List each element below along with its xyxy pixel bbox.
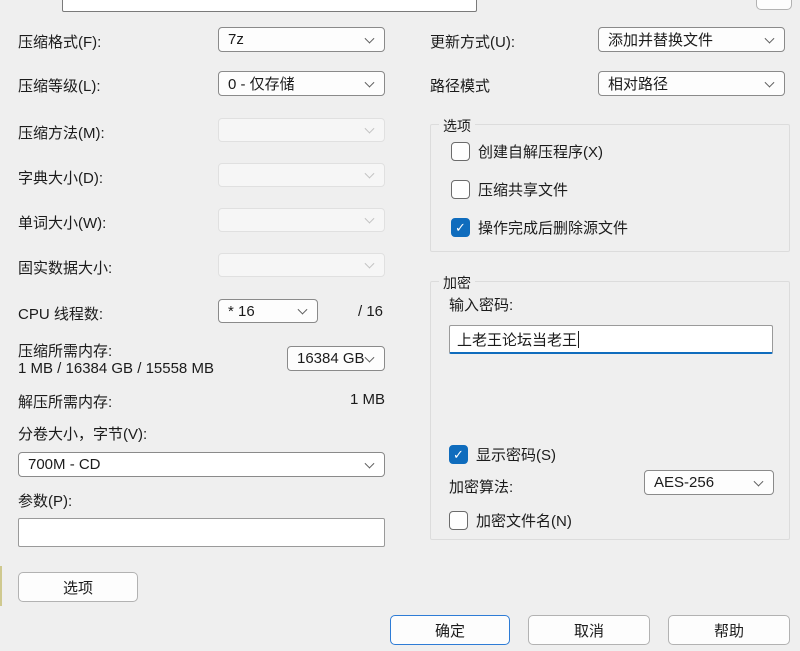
chevron-down-icon — [365, 169, 375, 179]
word-size-select — [218, 208, 385, 232]
chevron-down-icon — [365, 259, 375, 269]
chevron-down-icon — [365, 33, 375, 43]
encryption-group: 加密 输入密码: 上老王论坛当老王 ✓ 显示密码(S) 加密算法: AES-25… — [430, 281, 790, 540]
chevron-down-icon — [365, 124, 375, 134]
dictionary-size-select — [218, 163, 385, 187]
screen-edge-artifact — [0, 566, 2, 606]
options-button[interactable]: 选项 — [18, 572, 138, 602]
options-group: 选项 ✓ 创建自解压程序(X) ✓ 压缩共享文件 ✓ 操作完成后删除源文件 — [430, 124, 790, 252]
password-value: 上老王论坛当老王 — [457, 329, 577, 350]
archive-name-input[interactable] — [62, 0, 477, 12]
volume-size-combo[interactable]: 700M - CD — [18, 452, 385, 477]
chevron-down-icon — [365, 214, 375, 224]
update-mode-select[interactable]: 添加并替换文件 — [598, 27, 785, 52]
archive-format-select[interactable]: 7z — [218, 27, 385, 52]
checkbox-icon: ✓ — [451, 218, 470, 237]
compression-level-label: 压缩等级(L): — [18, 75, 101, 96]
password-input[interactable]: 上老王论坛当老王 — [449, 325, 773, 354]
password-label: 输入密码: — [449, 294, 513, 315]
help-button[interactable]: 帮助 — [668, 615, 790, 645]
chevron-down-icon — [298, 305, 308, 315]
show-password-checkbox[interactable]: ✓ 显示密码(S) — [449, 444, 556, 465]
add-to-archive-dialog: 压缩格式(F): 7z 压缩等级(L): 0 - 仅存储 压缩方法(M): 字典… — [0, 0, 800, 651]
compression-method-select — [218, 118, 385, 142]
solid-block-size-select — [218, 253, 385, 277]
encrypt-filenames-checkbox[interactable]: ✓ 加密文件名(N) — [449, 510, 572, 531]
checkbox-icon: ✓ — [449, 511, 468, 530]
cpu-threads-select[interactable]: * 16 — [218, 299, 318, 323]
chevron-down-icon — [765, 33, 775, 43]
chevron-down-icon — [365, 77, 375, 87]
memory-limit-select[interactable]: 16384 GB — [287, 346, 385, 371]
archive-format-label: 压缩格式(F): — [18, 31, 101, 52]
browse-button[interactable] — [756, 0, 792, 10]
cpu-threads-max: / 16 — [358, 303, 383, 320]
checkbox-icon: ✓ — [451, 180, 470, 199]
checkbox-icon: ✓ — [449, 445, 468, 464]
path-mode-select[interactable]: 相对路径 — [598, 71, 785, 96]
cancel-button[interactable]: 取消 — [528, 615, 650, 645]
options-group-title: 选项 — [439, 116, 475, 136]
compression-method-label: 压缩方法(M): — [18, 122, 105, 143]
compress-shared-checkbox[interactable]: ✓ 压缩共享文件 — [451, 179, 568, 200]
update-mode-label: 更新方式(U): — [430, 31, 515, 52]
delete-after-checkbox[interactable]: ✓ 操作完成后删除源文件 — [451, 217, 628, 238]
encryption-group-title: 加密 — [439, 273, 475, 293]
ok-button[interactable]: 确定 — [390, 615, 510, 645]
solid-block-size-label: 固实数据大小: — [18, 257, 112, 278]
chevron-down-icon — [754, 476, 764, 486]
word-size-label: 单词大小(W): — [18, 212, 106, 233]
memory-decompress-value: 1 MB — [350, 391, 385, 408]
encryption-method-label: 加密算法: — [449, 476, 513, 497]
cpu-threads-label: CPU 线程数: — [18, 303, 103, 324]
create-sfx-checkbox[interactable]: ✓ 创建自解压程序(X) — [451, 141, 603, 162]
dictionary-size-label: 字典大小(D): — [18, 167, 103, 188]
path-mode-label: 路径模式 — [430, 75, 490, 96]
text-caret — [578, 331, 579, 348]
checkbox-icon: ✓ — [451, 142, 470, 161]
chevron-down-icon — [765, 77, 775, 87]
parameters-input[interactable] — [18, 518, 385, 547]
memory-compress-label: 压缩所需内存: — [18, 340, 112, 361]
compression-level-select[interactable]: 0 - 仅存储 — [218, 71, 385, 96]
memory-decompress-label: 解压所需内存: — [18, 391, 112, 412]
chevron-down-icon — [365, 352, 375, 362]
parameters-label: 参数(P): — [18, 490, 72, 511]
volume-size-label: 分卷大小，字节(V): — [18, 423, 147, 444]
memory-compress-detail: 1 MB / 16384 GB / 15558 MB — [18, 360, 214, 377]
encryption-method-select[interactable]: AES-256 — [644, 470, 774, 495]
chevron-down-icon — [365, 458, 375, 468]
